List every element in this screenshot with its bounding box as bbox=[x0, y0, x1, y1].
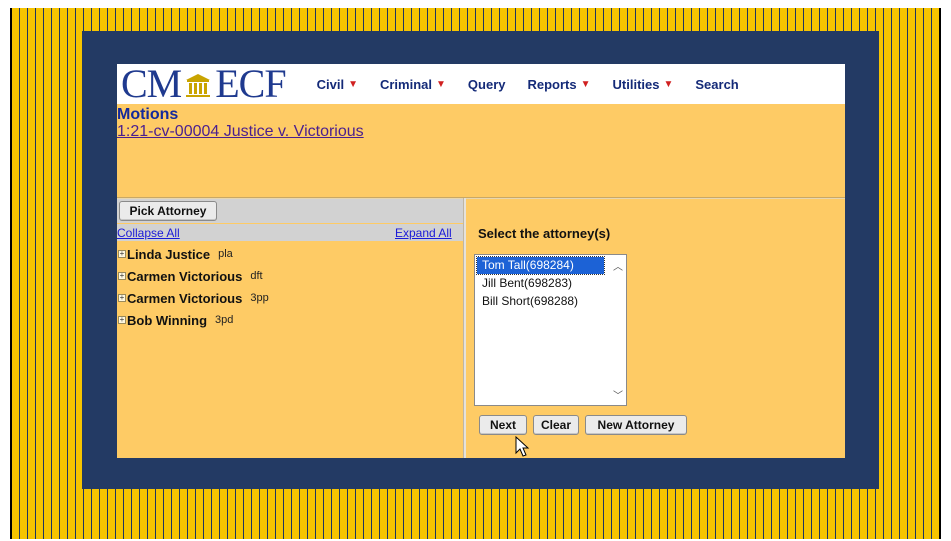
tree-controls: Collapse All Expand All bbox=[117, 224, 463, 241]
menu-criminal-label: Criminal bbox=[379, 76, 432, 92]
vertical-divider bbox=[463, 198, 466, 458]
pillar-icon bbox=[186, 74, 211, 97]
expand-plus-icon[interactable]: + bbox=[118, 294, 126, 302]
menu-utilities[interactable]: Utilities ▼ bbox=[602, 77, 685, 92]
caret-down-icon: ▼ bbox=[436, 78, 446, 90]
main-menu: Civil ▼ Criminal ▼ Query Reports ▼ Utilitie… bbox=[306, 77, 750, 92]
new-attorney-button[interactable]: New Attorney bbox=[585, 415, 687, 435]
mouse-pointer-icon bbox=[515, 436, 530, 457]
menu-criminal[interactable]: Criminal ▼ bbox=[369, 77, 457, 92]
party-name: Carmen Victorious bbox=[127, 290, 243, 306]
caret-down-icon: ▼ bbox=[663, 78, 674, 90]
attorney-option[interactable]: Jill Bent(698283) bbox=[477, 275, 604, 292]
expand-plus-icon[interactable]: + bbox=[118, 272, 126, 280]
scroll-up-icon[interactable]: ︿ bbox=[613, 258, 623, 273]
menu-search[interactable]: Search bbox=[684, 77, 749, 92]
cmecf-logo[interactable]: CM ECF bbox=[117, 61, 287, 106]
caret-down-icon: ▼ bbox=[580, 78, 591, 90]
expand-plus-icon[interactable]: + bbox=[118, 250, 126, 258]
menu-query[interactable]: Query bbox=[457, 77, 517, 92]
expand-plus-icon[interactable]: + bbox=[118, 316, 126, 324]
tree-item-party[interactable]: + Carmen Victorious dft bbox=[118, 265, 269, 287]
expand-all-link[interactable]: Expand All bbox=[395, 226, 452, 240]
tree-item-party[interactable]: + Bob Winning 3pd bbox=[118, 309, 269, 331]
tree-item-party[interactable]: + Carmen Victorious 3pp bbox=[118, 287, 269, 309]
party-name: Carmen Victorious bbox=[127, 268, 243, 284]
attorney-option[interactable]: Bill Short(698288) bbox=[477, 293, 604, 310]
main-panel: CM ECF Civil ▼ Criminal ▼ Query Reports ▼ U… bbox=[117, 64, 845, 458]
menu-civil[interactable]: Civil ▼ bbox=[306, 77, 369, 92]
collapse-all-link[interactable]: Collapse All bbox=[117, 226, 180, 240]
select-attorney-label: Select the attorney(s) bbox=[478, 226, 611, 241]
party-tree: + Linda Justice pla + Carmen Victorious … bbox=[118, 243, 269, 331]
top-navbar: CM ECF Civil ▼ Criminal ▼ Query Reports ▼ U… bbox=[117, 64, 845, 104]
pick-attorney-button[interactable]: Pick Attorney bbox=[119, 201, 217, 221]
menu-civil-label: Civil bbox=[316, 76, 345, 92]
logo-text-right: ECF bbox=[215, 61, 286, 106]
menu-reports[interactable]: Reports ▼ bbox=[516, 77, 601, 92]
logo-text-left: CM bbox=[121, 61, 182, 106]
caret-down-icon: ▼ bbox=[348, 78, 358, 90]
attorney-listbox[interactable]: Tom Tall(698284) Jill Bent(698283) Bill … bbox=[474, 254, 627, 406]
pick-attorney-bar: Pick Attorney bbox=[117, 199, 463, 223]
clear-button[interactable]: Clear bbox=[533, 415, 579, 435]
title-block: Motions 1:21-cv-00004 Justice v. Victori… bbox=[117, 107, 364, 141]
party-role: dft bbox=[250, 270, 263, 282]
party-role: 3pp bbox=[250, 292, 269, 304]
party-name: Linda Justice bbox=[127, 246, 211, 262]
attorney-option[interactable]: Tom Tall(698284) bbox=[476, 256, 605, 275]
case-link[interactable]: 1:21-cv-00004 Justice v. Victorious bbox=[117, 123, 364, 141]
menu-reports-label: Reports bbox=[527, 76, 577, 92]
next-button[interactable]: Next bbox=[479, 415, 527, 435]
menu-search-label: Search bbox=[695, 76, 739, 92]
page-title: Motions bbox=[117, 106, 179, 123]
party-name: Bob Winning bbox=[127, 312, 208, 328]
scroll-down-icon[interactable]: ﹀ bbox=[613, 387, 623, 402]
menu-utilities-label: Utilities bbox=[612, 76, 660, 92]
menu-query-label: Query bbox=[467, 76, 506, 92]
party-role: 3pd bbox=[215, 314, 234, 326]
tree-item-party[interactable]: + Linda Justice pla bbox=[118, 243, 269, 265]
party-role: pla bbox=[218, 248, 233, 260]
listbox-scrollbar[interactable]: ︿ ﹀ bbox=[609, 255, 626, 405]
